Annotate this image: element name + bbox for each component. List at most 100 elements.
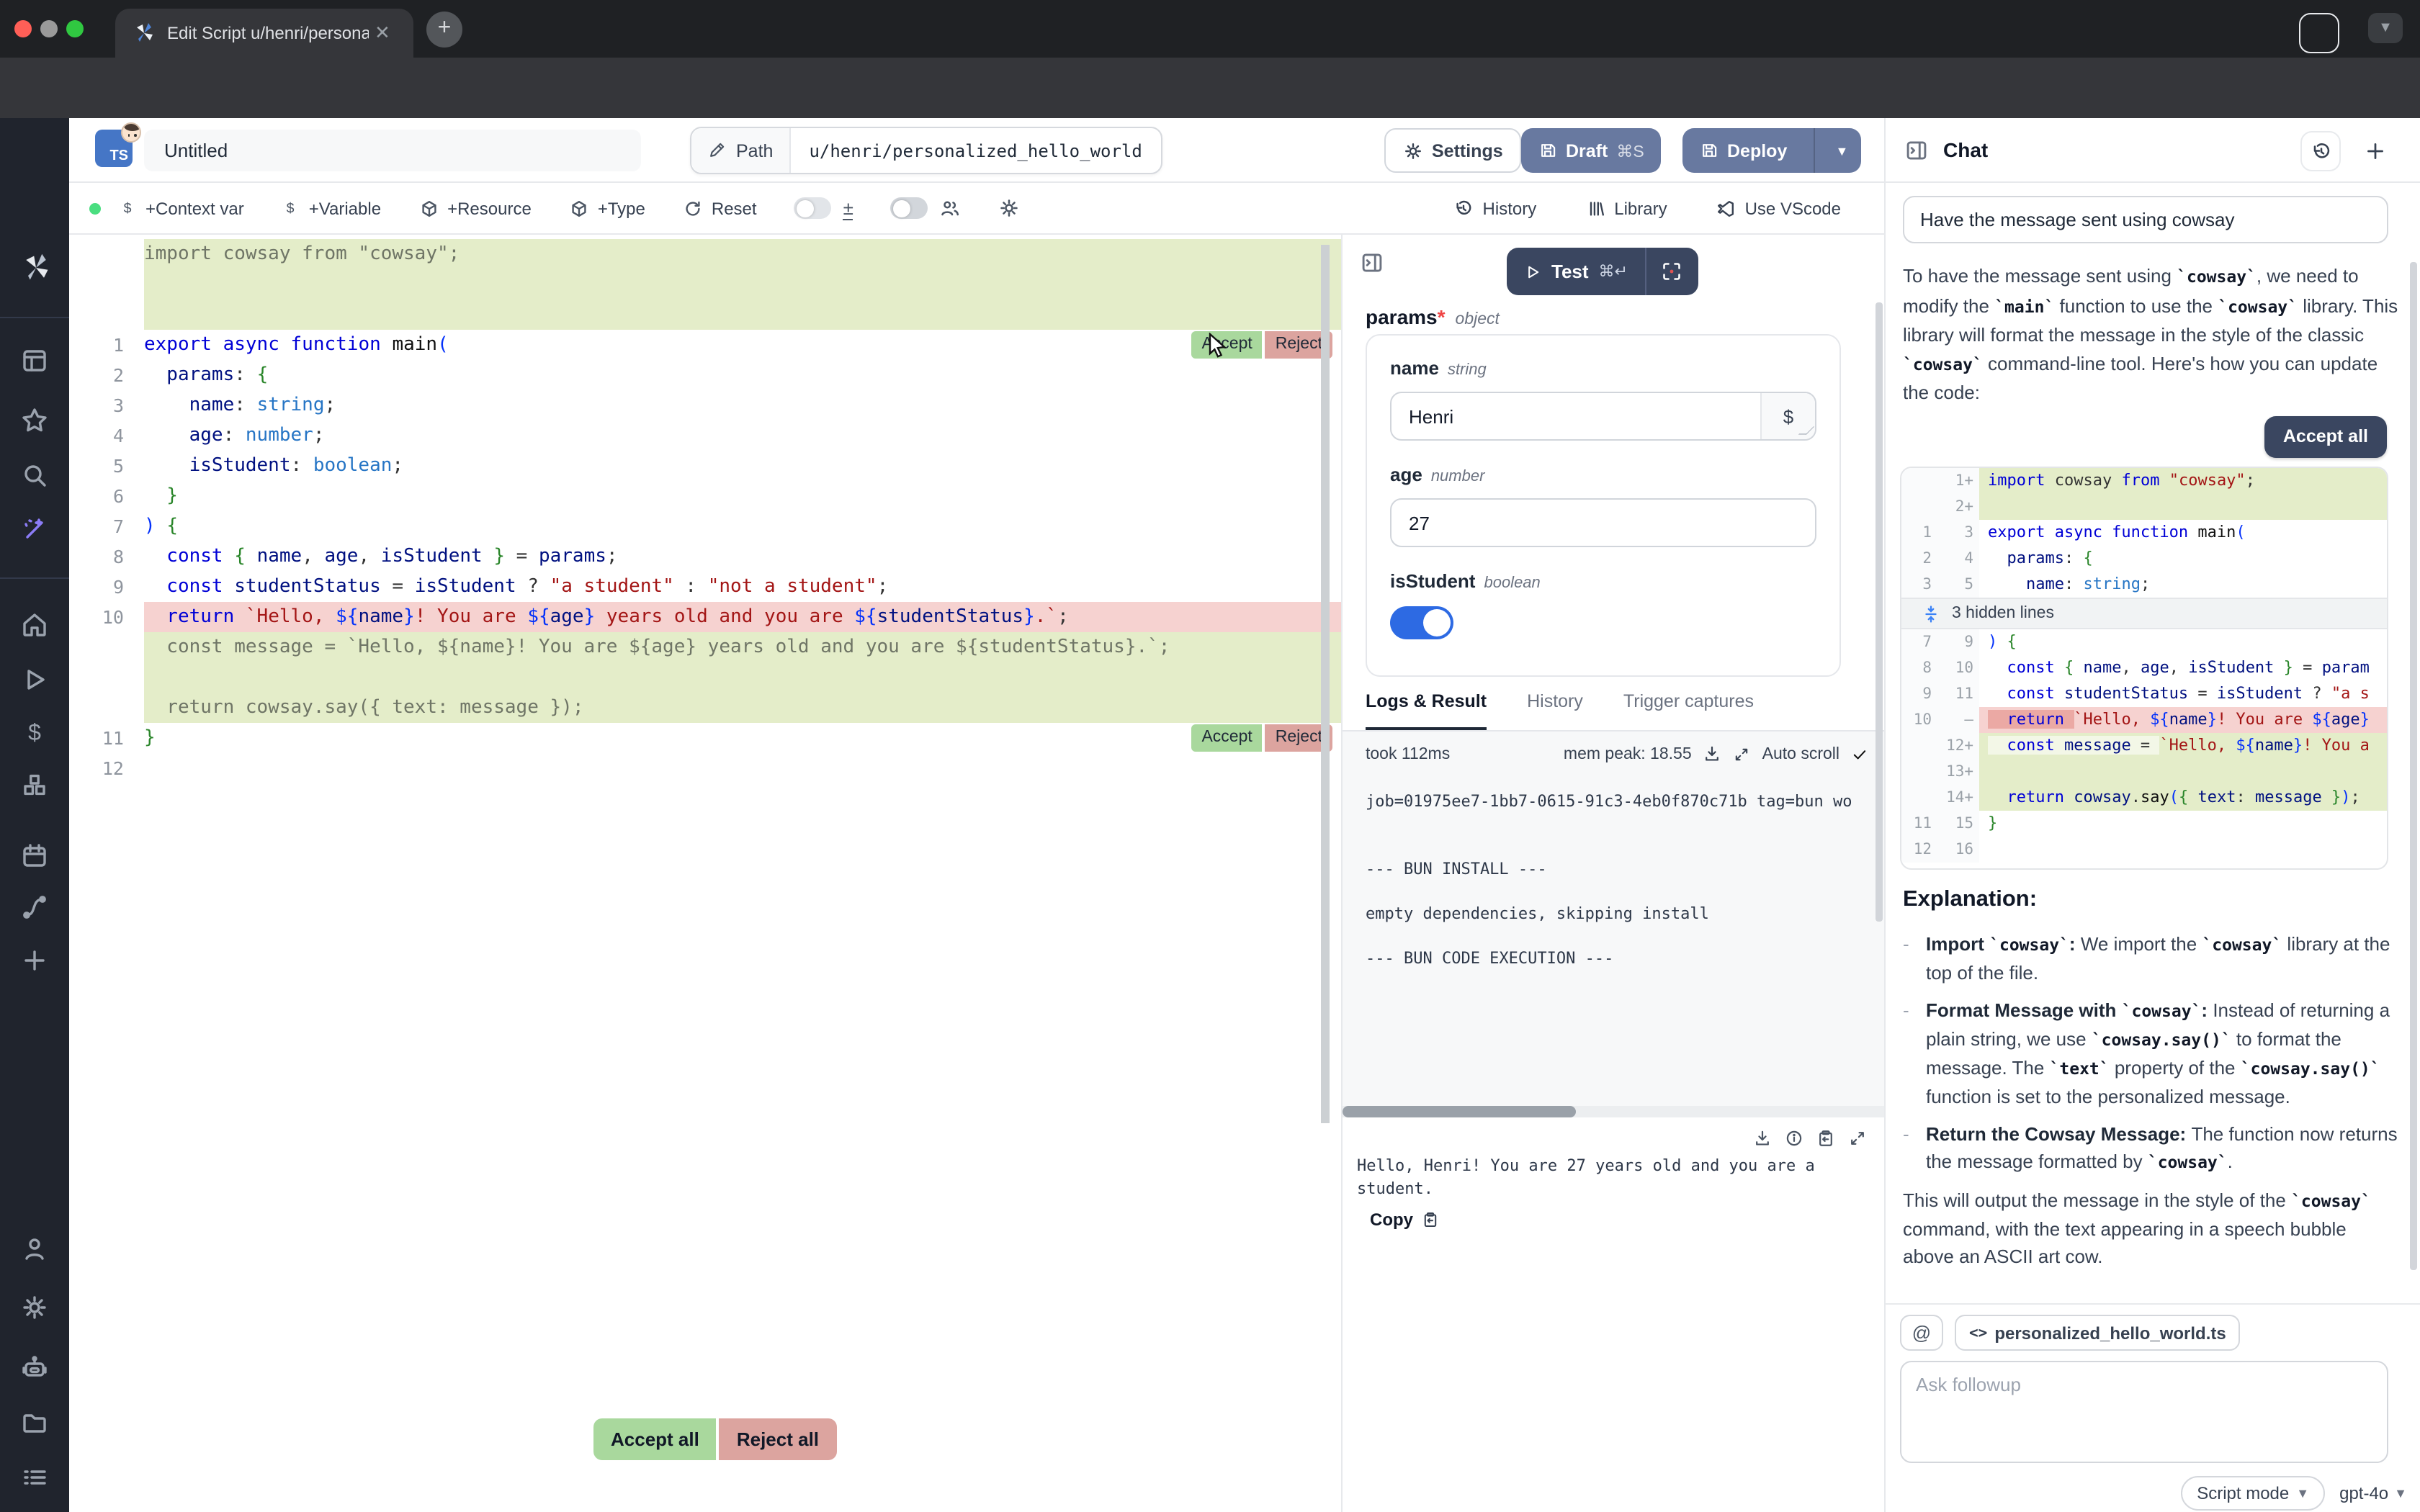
tab-history[interactable]: History (1527, 691, 1583, 730)
add-type-button[interactable]: +Type (569, 198, 645, 218)
sidebar-item-runs[interactable] (20, 665, 49, 694)
code-line[interactable]: 1export async function main(AcceptReject (69, 330, 1341, 360)
collapse-panel-icon[interactable] (1360, 251, 1384, 275)
isstudent-toggle[interactable] (1390, 606, 1453, 639)
tab-logs-result[interactable]: Logs & Result (1366, 691, 1487, 730)
code-line[interactable]: 6 } (69, 481, 1341, 511)
chat-history-icon[interactable] (2300, 131, 2341, 171)
code-line[interactable]: 2 params: { (69, 360, 1341, 390)
expand-logs-icon[interactable] (1734, 745, 1751, 762)
diff-line: 911 const studentStatus = isStudent ? "a… (1901, 681, 2387, 707)
editor-settings-gear-icon[interactable] (999, 197, 1021, 219)
mode-select[interactable]: Script mode▼ (2181, 1476, 2325, 1511)
code-line[interactable]: 12 (69, 753, 1341, 783)
sidebar-item-flows[interactable] (20, 893, 49, 922)
new-tab-button[interactable]: + (426, 12, 462, 48)
path-pill[interactable]: Path u/henri/personalized_hello_world (690, 127, 1162, 174)
diff-line: 2+ (1901, 494, 2387, 520)
deploy-button-group: Deploy ▼ (1682, 128, 1860, 173)
test-button[interactable]: Test⌘↵ (1507, 261, 1645, 282)
deploy-button[interactable]: Deploy (1682, 140, 1804, 161)
variable-picker-button[interactable]: $ (1760, 393, 1815, 439)
age-input[interactable] (1392, 512, 1815, 534)
windmill-favicon-icon (133, 22, 156, 45)
logs-horizontal-scrollbar[interactable] (1343, 1106, 1886, 1117)
code-line[interactable]: 7) { (69, 511, 1341, 541)
panel-toggle-icon[interactable] (1904, 138, 1929, 163)
sidebar-item-favorites[interactable] (20, 406, 49, 435)
browser-chevron-down-icon[interactable]: ▼ (2368, 13, 2403, 43)
download-logs-icon[interactable] (1703, 744, 1722, 763)
accept-hunk-button[interactable]: Accept (1191, 724, 1262, 752)
tab-trigger-captures[interactable]: Trigger captures (1623, 691, 1754, 730)
editor-scrollbar[interactable] (1321, 245, 1330, 1123)
code-line[interactable]: 4 age: number; (69, 420, 1341, 451)
sidebar-item-settings[interactable] (20, 1293, 49, 1322)
followup-input[interactable] (1900, 1361, 2388, 1463)
diff-mode-toggle[interactable]: ± (794, 197, 853, 220)
browser-tab[interactable]: Edit Script u/henri/personaliz ✕ (115, 9, 413, 58)
code-line[interactable]: 11}AcceptReject (69, 723, 1341, 753)
sidebar-item-folders[interactable] (20, 1408, 49, 1437)
settings-button[interactable]: Settings (1384, 128, 1522, 173)
diff-line: 1+import cowsay from "cowsay"; (1901, 468, 2387, 494)
copy-result-button[interactable]: Copy (1370, 1210, 1439, 1230)
library-button[interactable]: Library (1585, 199, 1667, 219)
explanation-title: Explanation: (1903, 887, 2037, 913)
sidebar-item-home[interactable] (20, 611, 49, 639)
code-editor[interactable]: import cowsay from "cowsay";1export asyn… (69, 235, 1341, 1512)
diff-line: 24 params: { (1901, 546, 2387, 572)
code-line[interactable]: 10 return `Hello, ${name}! You are ${age… (69, 602, 1341, 632)
run-panel: Test⌘↵ params*object namestring $ agenum… (1341, 235, 1884, 1512)
traffic-light-minimize[interactable] (40, 20, 58, 37)
use-vscode-button[interactable]: Use VScode (1716, 199, 1841, 219)
multiplayer-toggle[interactable] (891, 197, 962, 219)
code-line[interactable]: 3 name: string; (69, 390, 1341, 420)
add-resource-button[interactable]: +Resource (418, 198, 532, 218)
model-select[interactable]: gpt-4o▼ (2339, 1483, 2407, 1503)
code-line[interactable]: 5 isStudent: boolean; (69, 451, 1341, 481)
chat-accept-all-button[interactable]: Accept all (2264, 416, 2387, 458)
autoscroll-label[interactable]: Auto scroll (1762, 745, 1839, 762)
path-label: Path (736, 140, 773, 161)
run-panel-scrollbar[interactable] (1876, 302, 1883, 922)
add-variable-button[interactable]: $+Variable (282, 197, 381, 219)
sidebar-item-workers[interactable] (20, 1352, 49, 1381)
capture-icon[interactable] (1646, 261, 1698, 282)
sidebar-item-search[interactable] (20, 461, 49, 490)
context-file-chip[interactable]: <> personalized_hello_world.ts (1955, 1315, 2241, 1351)
tab-close-icon[interactable]: ✕ (375, 22, 390, 45)
clipboard-icon[interactable] (1816, 1129, 1835, 1148)
fullscreen-icon[interactable] (1848, 1129, 1867, 1148)
hidden-lines-expander[interactable]: 3 hidden lines (1901, 598, 2387, 629)
reset-button[interactable]: Reset (683, 198, 757, 218)
sidebar-item-resources[interactable] (20, 770, 49, 799)
code-line[interactable]: 8 const { name, age, isStudent } = param… (69, 541, 1341, 572)
sidebar-windmill-logo-icon[interactable] (20, 252, 52, 284)
chat-scrollbar[interactable] (2410, 262, 2417, 1270)
add-context-var-button[interactable]: $+Context var (118, 197, 244, 219)
code-line[interactable]: 9 const studentStatus = isStudent ? "a s… (69, 572, 1341, 602)
history-button[interactable]: History (1454, 199, 1537, 219)
assistant-intro: To have the message sent using `cowsay`,… (1903, 262, 2398, 407)
sidebar-item-variables[interactable]: $ (20, 719, 49, 747)
name-input[interactable] (1392, 405, 1760, 427)
info-icon[interactable] (1785, 1129, 1803, 1148)
draft-button[interactable]: Draft⌘S (1521, 128, 1662, 173)
download-result-icon[interactable] (1753, 1129, 1772, 1148)
chat-header: Chat (1884, 118, 2420, 183)
deploy-chevron-down-icon[interactable]: ▼ (1823, 143, 1860, 158)
chat-new-icon[interactable] (2355, 131, 2396, 171)
accept-all-button[interactable]: Accept all (593, 1418, 717, 1460)
traffic-light-close[interactable] (14, 20, 32, 37)
traffic-light-zoom[interactable] (66, 20, 84, 37)
sidebar-item-apps[interactable] (20, 346, 49, 374)
sidebar-item-create[interactable] (20, 946, 49, 975)
mention-button[interactable]: @ (1900, 1315, 1943, 1351)
sidebar-item-schedules[interactable] (20, 841, 49, 870)
reject-all-button[interactable]: Reject all (720, 1418, 836, 1460)
sidebar-item-ai-wand[interactable] (20, 516, 49, 544)
sidebar-item-users[interactable] (20, 1234, 49, 1263)
sidebar-item-logs[interactable] (20, 1463, 49, 1492)
script-name-input[interactable] (144, 130, 641, 171)
